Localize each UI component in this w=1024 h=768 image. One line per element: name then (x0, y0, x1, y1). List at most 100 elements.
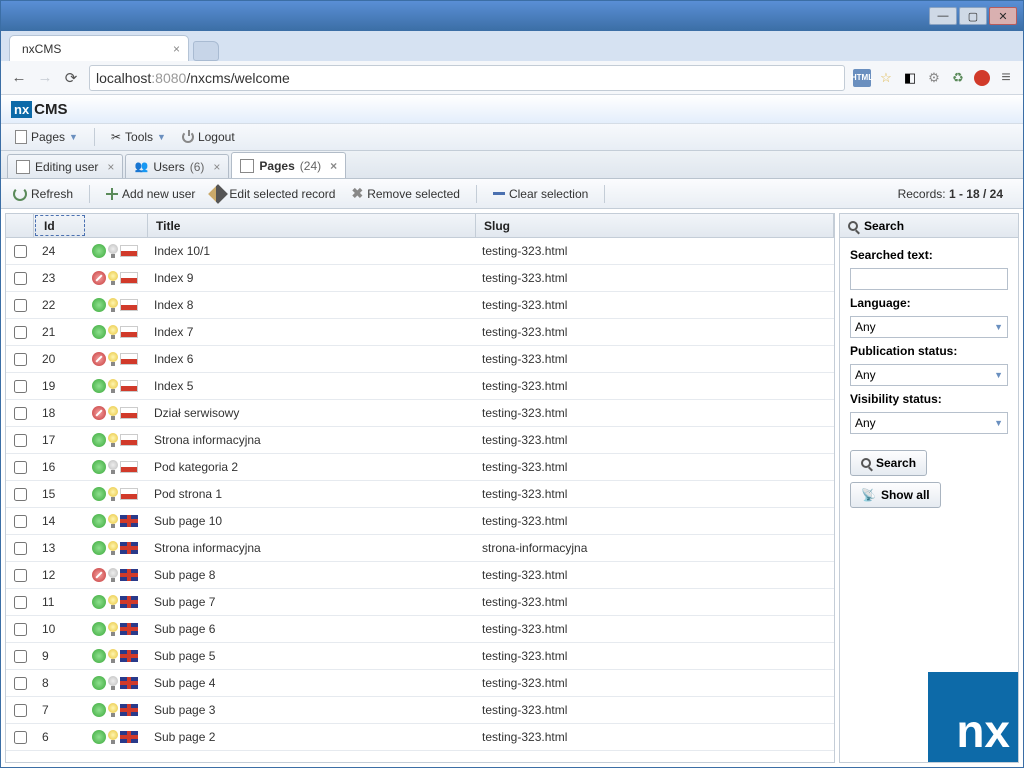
row-checkbox[interactable] (14, 596, 27, 609)
table-row[interactable]: 17Strona informacyjnatesting-323.html (6, 427, 834, 454)
table-row[interactable]: 7Sub page 3testing-323.html (6, 697, 834, 724)
new-tab-button[interactable] (193, 41, 219, 61)
cell-status (84, 676, 146, 690)
row-checkbox[interactable] (14, 542, 27, 555)
cell-id: 20 (34, 352, 84, 366)
search-button[interactable]: Search (850, 450, 927, 476)
table-row[interactable]: 20Index 6testing-323.html (6, 346, 834, 373)
table-row[interactable]: 8Sub page 4testing-323.html (6, 670, 834, 697)
table-row[interactable]: 24Index 10/1testing-323.html (6, 238, 834, 265)
browser-tab-active[interactable]: nxCMS × (9, 35, 189, 61)
close-icon[interactable]: × (213, 160, 220, 174)
add-button[interactable]: Add new user (102, 185, 199, 203)
adblock-icon[interactable] (973, 69, 991, 87)
bookmark-icon[interactable]: ☆ (877, 69, 895, 87)
table-row[interactable]: 12Sub page 8testing-323.html (6, 562, 834, 589)
row-checkbox[interactable] (14, 461, 27, 474)
table-row[interactable]: 6Sub page 2testing-323.html (6, 724, 834, 751)
maximize-button[interactable]: ▢ (959, 7, 987, 25)
edit-label: Edit selected record (229, 187, 335, 201)
table-row[interactable]: 11Sub page 7testing-323.html (6, 589, 834, 616)
cell-title: Sub page 8 (146, 568, 474, 582)
flag-pl-icon (120, 272, 138, 284)
row-checkbox[interactable] (14, 434, 27, 447)
table-row[interactable]: 19Index 5testing-323.html (6, 373, 834, 400)
row-checkbox[interactable] (14, 650, 27, 663)
showall-button[interactable]: 📡 Show all (850, 482, 941, 508)
row-checkbox[interactable] (14, 731, 27, 744)
publication-status-select[interactable]: Any ▼ (850, 364, 1008, 386)
row-checkbox[interactable] (14, 569, 27, 582)
cell-id: 13 (34, 541, 84, 555)
row-checkbox[interactable] (14, 299, 27, 312)
searched-text-input[interactable] (850, 268, 1008, 290)
row-checkbox[interactable] (14, 245, 27, 258)
cell-title: Index 5 (146, 379, 474, 393)
minimize-button[interactable]: — (929, 7, 957, 25)
menu-logout[interactable]: Logout (178, 128, 239, 146)
row-checkbox[interactable] (14, 677, 27, 690)
remove-button[interactable]: ✖ Remove selected (347, 183, 463, 204)
eyedropper-icon[interactable]: ◧ (901, 69, 919, 87)
tab-pages[interactable]: Pages (24) × (231, 152, 346, 178)
table-row[interactable]: 9Sub page 5testing-323.html (6, 643, 834, 670)
separator (476, 185, 477, 203)
language-select[interactable]: Any ▼ (850, 316, 1008, 338)
close-icon[interactable]: × (330, 159, 337, 173)
row-checkbox[interactable] (14, 353, 27, 366)
html-badge-icon[interactable]: HTML (853, 69, 871, 87)
row-checkbox[interactable] (14, 623, 27, 636)
cell-id: 8 (34, 676, 84, 690)
recycle-icon[interactable]: ♻ (949, 69, 967, 87)
grid-body[interactable]: 24Index 10/1testing-323.html23Index 9tes… (6, 238, 834, 762)
col-title[interactable]: Title (148, 214, 476, 237)
browser-menu-icon[interactable]: ≡ (997, 69, 1015, 87)
table-row[interactable]: 16Pod kategoria 2testing-323.html (6, 454, 834, 481)
close-icon[interactable]: × (107, 160, 114, 174)
close-window-button[interactable]: ✕ (989, 7, 1017, 25)
row-checkbox[interactable] (14, 326, 27, 339)
table-row[interactable]: 23Index 9testing-323.html (6, 265, 834, 292)
refresh-button[interactable]: Refresh (9, 185, 77, 203)
row-checkbox[interactable] (14, 488, 27, 501)
edit-button[interactable]: Edit selected record (207, 185, 339, 203)
row-checkbox[interactable] (14, 704, 27, 717)
search-title: Search (864, 219, 904, 233)
table-row[interactable]: 13Strona informacyjnastrona-informacyjna (6, 535, 834, 562)
row-checkbox[interactable] (14, 515, 27, 528)
invisible-icon (108, 676, 118, 690)
cell-title: Pod strona 1 (146, 487, 474, 501)
back-button[interactable]: ← (9, 68, 29, 88)
table-row[interactable]: 18Dział serwisowytesting-323.html (6, 400, 834, 427)
url-input[interactable]: localhost:8080/nxcms/welcome (89, 65, 845, 91)
forward-button[interactable]: → (35, 68, 55, 88)
table-row[interactable]: 21Index 7testing-323.html (6, 319, 834, 346)
close-tab-icon[interactable]: × (173, 42, 180, 56)
flag-pl-icon (120, 461, 138, 473)
search-icon (861, 458, 871, 468)
col-slug[interactable]: Slug (476, 214, 834, 237)
menu-pages[interactable]: Pages ▼ (11, 128, 82, 146)
visibility-status-select[interactable]: Any ▼ (850, 412, 1008, 434)
table-row[interactable]: 22Index 8testing-323.html (6, 292, 834, 319)
published-icon (92, 487, 106, 501)
flag-pl-icon (120, 407, 138, 419)
menu-tools[interactable]: ✂ Tools ▼ (107, 128, 170, 146)
table-row[interactable]: 10Sub page 6testing-323.html (6, 616, 834, 643)
clear-button[interactable]: Clear selection (489, 185, 592, 203)
cell-status (84, 406, 146, 420)
app: nxCMS Pages ▼ ✂ Tools ▼ Logout (1, 95, 1023, 767)
tab-editing-user[interactable]: Editing user × (7, 154, 123, 178)
reload-button[interactable]: ⟳ (61, 68, 81, 88)
tab-count: (24) (300, 159, 321, 173)
table-row[interactable]: 14Sub page 10testing-323.html (6, 508, 834, 535)
row-checkbox[interactable] (14, 272, 27, 285)
col-status[interactable] (86, 214, 148, 237)
row-checkbox[interactable] (14, 380, 27, 393)
gear-icon[interactable]: ⚙ (925, 69, 943, 87)
table-row[interactable]: 15Pod strona 1testing-323.html (6, 481, 834, 508)
cell-slug: testing-323.html (474, 352, 834, 366)
row-checkbox[interactable] (14, 407, 27, 420)
tab-users[interactable]: 👥 Users (6) × (125, 154, 229, 178)
col-id[interactable]: Id (35, 215, 85, 236)
